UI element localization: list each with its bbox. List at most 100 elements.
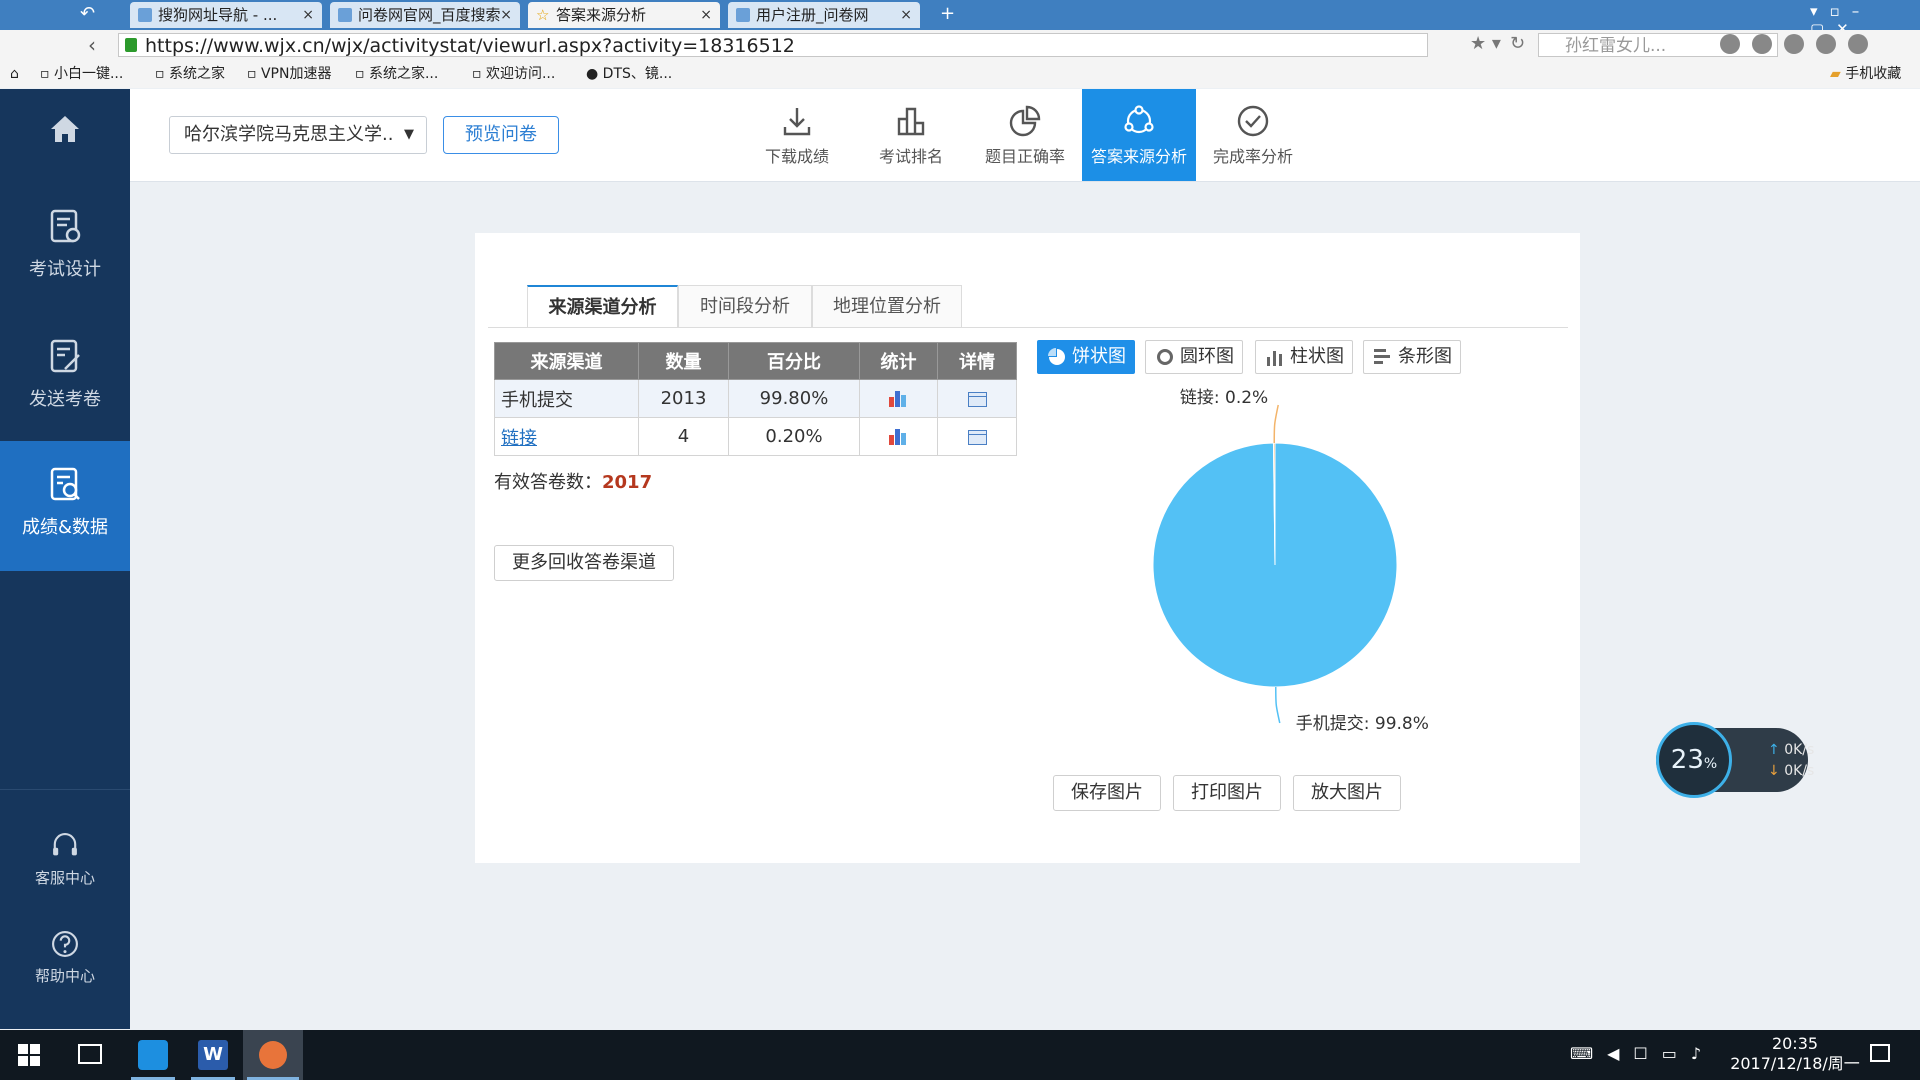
sidebar-home[interactable]: [0, 109, 130, 179]
share-nodes-icon: [1124, 105, 1154, 134]
check-circle-icon: [1237, 105, 1269, 137]
home-icon[interactable]: ⌂: [10, 62, 19, 86]
detail-window-icon[interactable]: [967, 429, 987, 445]
paw-icon: [338, 8, 352, 22]
pie-leader-line-1: [1273, 404, 1279, 444]
address-input[interactable]: https://www.wjx.cn/wjx/activitystat/view…: [118, 33, 1428, 57]
bar-chart-icon[interactable]: [888, 391, 909, 407]
detail-cell: [937, 417, 1017, 456]
nav-download[interactable]: 下载成绩: [740, 89, 854, 181]
sidebar-item-design[interactable]: 考试设计: [0, 207, 130, 317]
table-header-row: 来源渠道 数量 百分比 统计 详情: [494, 342, 1017, 380]
bookmark-2[interactable]: ▫ 系统之家: [155, 62, 225, 86]
sidebar-item-help[interactable]: 帮助中心: [0, 927, 130, 1007]
nav-ranking[interactable]: 考试排名: [854, 89, 968, 181]
document-gear-icon: [50, 209, 81, 243]
bookmark-4[interactable]: ▫ 系统之家...: [355, 62, 438, 86]
taskbar-app-word[interactable]: W: [183, 1030, 243, 1080]
pie-chart-icon: [1009, 105, 1041, 137]
close-icon[interactable]: ×: [700, 2, 712, 28]
pie-icon: [1048, 348, 1065, 365]
bar-chart-horizontal-icon: [1374, 349, 1390, 364]
sidebar-item-service[interactable]: 客服中心: [0, 829, 130, 909]
document-search-icon: [50, 467, 80, 501]
page-icon: [138, 8, 152, 22]
count-cell: 2013: [638, 379, 729, 418]
tab-baidu[interactable]: 问卷网官网_百度搜索 ×: [330, 2, 520, 28]
sidebar-divider: [0, 789, 130, 790]
back-icon[interactable]: ‹: [88, 33, 96, 57]
back-arrow-icon[interactable]: ↶: [80, 3, 95, 24]
bookmark-5[interactable]: ▫ 欢迎访问...: [472, 62, 555, 86]
nav-answer-source[interactable]: 答案来源分析: [1082, 89, 1196, 181]
chart-type-donut[interactable]: 圆环图: [1145, 340, 1243, 374]
col-channel: 来源渠道: [494, 342, 639, 380]
detail-window-icon[interactable]: [967, 391, 987, 407]
pie-leader-line-0: [1275, 686, 1281, 724]
close-icon[interactable]: ×: [900, 2, 912, 28]
bookmark-1[interactable]: ▫ 小白一键...: [40, 62, 123, 86]
col-count: 数量: [638, 342, 729, 380]
tab-divider: [488, 327, 1568, 328]
link-channel[interactable]: 链接: [501, 428, 537, 449]
tab-sogou[interactable]: 搜狗网址导航 - ... ×: [130, 2, 322, 28]
col-detail: 详情: [937, 342, 1017, 380]
pie-chart: 手机提交: 99.8% 链接: 0.2%: [1152, 388, 1429, 734]
tab-register[interactable]: 用户注册_问卷网 ×: [728, 2, 920, 28]
print-image-button[interactable]: 打印图片: [1173, 775, 1281, 811]
tab-geo-location[interactable]: 地理位置分析: [812, 285, 962, 327]
taskbar-app-browser[interactable]: [123, 1030, 183, 1080]
column-chart-icon: [1267, 351, 1282, 366]
refresh-icon[interactable]: ↻: [1510, 33, 1525, 54]
pie-label-1: 链接: 0.2%: [1180, 388, 1268, 408]
notification-icon[interactable]: [1870, 1044, 1890, 1062]
memory-usage-gauge: 23%: [1656, 722, 1732, 798]
more-channels-button[interactable]: 更多回收答卷渠道: [494, 545, 674, 581]
valid-answer-count: 有效答卷数：2017: [494, 472, 653, 493]
close-icon[interactable]: ×: [302, 2, 314, 28]
stats-cell: [859, 379, 938, 418]
system-tray-icons[interactable]: ⌨◀☐▭♪: [1570, 1044, 1715, 1063]
sidebar-item-send[interactable]: 发送考卷: [0, 337, 130, 447]
help-icon: [52, 931, 78, 957]
toolbar-extension-icons[interactable]: [1720, 34, 1915, 56]
chart-type-column[interactable]: 柱状图: [1255, 340, 1353, 374]
survey-select[interactable]: 哈尔滨学院马克思主义学.. ▼: [169, 116, 427, 154]
zoom-image-button[interactable]: 放大图片: [1293, 775, 1401, 811]
upload-speed: ↑ 0K/s: [1768, 742, 1815, 758]
taskbar-clock[interactable]: 20:35 2017/12/18/周一: [1720, 1034, 1870, 1074]
close-icon[interactable]: ×: [500, 2, 512, 28]
task-view-icon[interactable]: [78, 1044, 102, 1064]
headset-icon: [53, 833, 77, 856]
page-icon: [736, 8, 750, 22]
table-row: 链接 4 0.20%: [494, 417, 1017, 456]
save-image-button[interactable]: 保存图片: [1053, 775, 1161, 811]
home-icon: [51, 116, 79, 142]
sidebar-item-results[interactable]: 成绩&数据: [0, 441, 130, 571]
taskbar-app-active[interactable]: [243, 1030, 303, 1080]
col-percent: 百分比: [728, 342, 860, 380]
tab-answer-source[interactable]: ☆ 答案来源分析 ×: [528, 2, 720, 28]
detail-cell: [937, 379, 1017, 418]
windows-start-icon[interactable]: [18, 1044, 40, 1066]
bookmark-6[interactable]: ● DTS、镜...: [586, 62, 672, 86]
bookmark-mobile[interactable]: ▰ 手机收藏: [1830, 62, 1901, 86]
chart-type-pie[interactable]: 饼状图: [1037, 340, 1135, 374]
bookmark-3[interactable]: ▫ VPN加速器: [247, 62, 331, 86]
new-tab-icon[interactable]: +: [940, 3, 955, 24]
tab-source-channel[interactable]: 来源渠道分析: [527, 285, 678, 328]
browser-tab-bar: ↶ 搜狗网址导航 - ... × 问卷网官网_百度搜索 × ☆ 答案来源分析 × 用户…: [0, 0, 1920, 38]
percent-cell: 99.80%: [728, 379, 860, 418]
lock-icon: [125, 38, 137, 52]
chart-type-bar[interactable]: 条形图: [1363, 340, 1461, 374]
percent-cell: 0.20%: [728, 417, 860, 456]
nav-completion[interactable]: 完成率分析: [1196, 89, 1310, 181]
tab-time-period[interactable]: 时间段分析: [678, 285, 812, 327]
col-stats: 统计: [859, 342, 938, 380]
bar-chart-icon[interactable]: [888, 429, 909, 445]
download-speed: ↓ 0K/s: [1768, 763, 1815, 779]
preview-button[interactable]: 预览问卷: [443, 116, 559, 154]
bookmark-star-icon[interactable]: ★ ▾: [1470, 33, 1501, 54]
nav-accuracy[interactable]: 题目正确率: [968, 89, 1082, 181]
channel-cell: 链接: [494, 417, 639, 456]
